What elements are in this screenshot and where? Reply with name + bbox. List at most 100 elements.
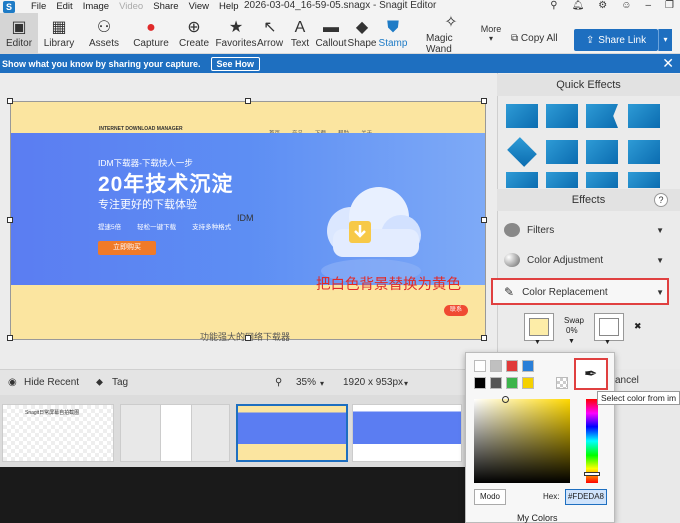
swatch-white[interactable] bbox=[474, 360, 486, 372]
swatch-yellow[interactable] bbox=[522, 377, 534, 389]
resize-handle[interactable] bbox=[7, 98, 13, 104]
chevron-down-icon[interactable]: ▼ bbox=[604, 339, 611, 346]
shape-tool-button[interactable]: ◆ Shape bbox=[348, 13, 377, 54]
editor-button[interactable]: ▣ Editor bbox=[0, 13, 38, 54]
tag-button[interactable]: Tag bbox=[112, 377, 128, 388]
hue-slider-thumb[interactable] bbox=[584, 472, 600, 476]
user-icon[interactable]: ☺ bbox=[621, 0, 631, 11]
quick-effect-tile[interactable] bbox=[546, 104, 578, 128]
callout-tool-button[interactable]: ▬ Callout bbox=[315, 13, 346, 54]
stamp-label: Stamp bbox=[378, 38, 408, 49]
arrow-tool-button[interactable]: ↖ Arrow bbox=[256, 13, 284, 54]
to-color-box[interactable] bbox=[594, 313, 624, 341]
resize-handle[interactable] bbox=[481, 98, 487, 104]
swatch-gray[interactable] bbox=[490, 360, 502, 372]
quick-effect-tile[interactable] bbox=[506, 104, 538, 128]
swatch-green[interactable] bbox=[506, 377, 518, 389]
saturation-value-field[interactable] bbox=[474, 399, 570, 483]
resize-handle[interactable] bbox=[245, 98, 251, 104]
chevron-down-icon[interactable]: ▼ bbox=[534, 339, 541, 346]
tray-thumbnail[interactable] bbox=[160, 404, 192, 462]
quick-effect-tile[interactable] bbox=[628, 140, 660, 164]
star-icon: ★ bbox=[228, 19, 244, 36]
minimize-icon[interactable]: – bbox=[645, 0, 651, 11]
menu-edit[interactable]: Edit bbox=[56, 1, 72, 12]
resize-handle[interactable] bbox=[481, 335, 487, 341]
color-replacement-row[interactable]: ✎ Color Replacement ▼ bbox=[500, 280, 672, 304]
remove-icon[interactable]: ✖ bbox=[634, 321, 642, 332]
close-icon[interactable]: ✕ bbox=[662, 54, 674, 73]
capture-button[interactable]: ● Capture bbox=[130, 13, 172, 54]
resize-handle[interactable] bbox=[7, 217, 13, 223]
tray-thumbnail[interactable]: Snagit日常屏幕自拍截图 bbox=[2, 404, 114, 462]
eyedropper-icon[interactable]: ✒ bbox=[584, 364, 597, 384]
filters-row[interactable]: Filters ▼ bbox=[500, 218, 672, 242]
bell-icon[interactable]: 🔔︎ bbox=[572, 0, 585, 11]
color-cursor[interactable] bbox=[502, 396, 509, 403]
share-link-button[interactable]: ⇪ Share Link bbox=[574, 29, 658, 51]
filters-label: Filters bbox=[527, 224, 555, 236]
menu-image[interactable]: Image bbox=[83, 1, 109, 12]
capture-hero bbox=[11, 133, 485, 285]
color-adjustment-row[interactable]: Color Adjustment ▼ bbox=[500, 248, 672, 272]
hide-recent-button[interactable]: Hide Recent bbox=[24, 377, 79, 388]
menu-view[interactable]: View bbox=[189, 1, 209, 12]
hue-slider[interactable] bbox=[586, 399, 598, 483]
capture-chat-badge: 联系 bbox=[444, 305, 468, 316]
swatch-transparent[interactable] bbox=[556, 377, 568, 389]
menu-help[interactable]: Help bbox=[219, 1, 239, 12]
swap-icon[interactable]: ▼ bbox=[568, 338, 575, 345]
settings-icon[interactable]: ⚙ bbox=[598, 0, 607, 11]
swap-value: 0% bbox=[566, 326, 578, 335]
filters-icon bbox=[504, 223, 520, 237]
quick-effect-tile[interactable] bbox=[628, 104, 660, 128]
resize-handle[interactable] bbox=[481, 217, 487, 223]
search-icon[interactable]: ⚲ bbox=[550, 0, 557, 11]
copy-icon: ⧉ bbox=[511, 33, 519, 44]
copy-all-button[interactable]: ⧉ Copy All bbox=[511, 33, 558, 44]
from-color-box[interactable] bbox=[524, 313, 554, 341]
text-tool-button[interactable]: A Text bbox=[288, 13, 312, 54]
cancel-button[interactable]: ancel bbox=[615, 375, 639, 386]
library-button[interactable]: ▦ Library bbox=[40, 13, 78, 54]
quick-effect-tile[interactable] bbox=[586, 172, 618, 188]
menu-share[interactable]: Share bbox=[153, 1, 178, 12]
quick-effect-tile[interactable] bbox=[546, 172, 578, 188]
resize-handle[interactable] bbox=[7, 335, 13, 341]
see-how-button[interactable]: See How bbox=[210, 56, 261, 71]
chevron-down-icon[interactable]: ▾ bbox=[320, 379, 324, 388]
swatch-red[interactable] bbox=[506, 360, 518, 372]
help-icon[interactable]: ? bbox=[654, 193, 668, 207]
chevron-down-icon: ▼ bbox=[656, 225, 664, 235]
more-button[interactable]: More ▾ bbox=[478, 13, 504, 54]
swatch-black[interactable] bbox=[474, 377, 486, 389]
swatch-blue[interactable] bbox=[522, 360, 534, 372]
create-button[interactable]: ⊕ Create bbox=[174, 13, 214, 54]
quick-effects-header: Quick Effects bbox=[497, 74, 680, 96]
dimensions-readout[interactable]: 1920 x 953px bbox=[343, 377, 403, 388]
quick-effect-tile[interactable] bbox=[628, 172, 660, 188]
chevron-down-icon[interactable]: ▾ bbox=[404, 379, 408, 388]
magic-wand-button[interactable]: ✧ Magic Wand bbox=[426, 13, 476, 55]
grid-icon: ▦ bbox=[51, 19, 67, 36]
speech-bubble-icon: ▬ bbox=[323, 19, 339, 36]
quick-effect-tile[interactable] bbox=[506, 172, 538, 188]
share-dropdown-button[interactable]: ▾ bbox=[658, 29, 672, 51]
resize-handle[interactable] bbox=[245, 335, 251, 341]
menu-file[interactable]: File bbox=[31, 1, 46, 12]
mode-button[interactable]: Modo bbox=[474, 489, 506, 505]
tray-thumbnail-selected[interactable] bbox=[236, 404, 348, 462]
editor-label: Editor bbox=[5, 38, 33, 49]
swap-label: Swap bbox=[563, 316, 584, 325]
restore-icon[interactable]: ❐ bbox=[665, 0, 674, 11]
tray-thumbnail[interactable] bbox=[352, 404, 462, 462]
menu-video[interactable]: Video bbox=[119, 1, 143, 12]
zoom-level[interactable]: 35% bbox=[296, 377, 316, 388]
favorites-button[interactable]: ★ Favorites bbox=[215, 13, 256, 54]
assets-button[interactable]: ⚇ Assets bbox=[82, 13, 126, 54]
hex-input[interactable]: #FDEDA8 bbox=[565, 489, 607, 505]
stamp-tool-button[interactable]: ⛊ Stamp bbox=[378, 13, 408, 54]
swatch-dark-gray[interactable] bbox=[490, 377, 502, 389]
quick-effect-tile[interactable] bbox=[546, 140, 578, 164]
quick-effect-tile[interactable] bbox=[586, 140, 618, 164]
